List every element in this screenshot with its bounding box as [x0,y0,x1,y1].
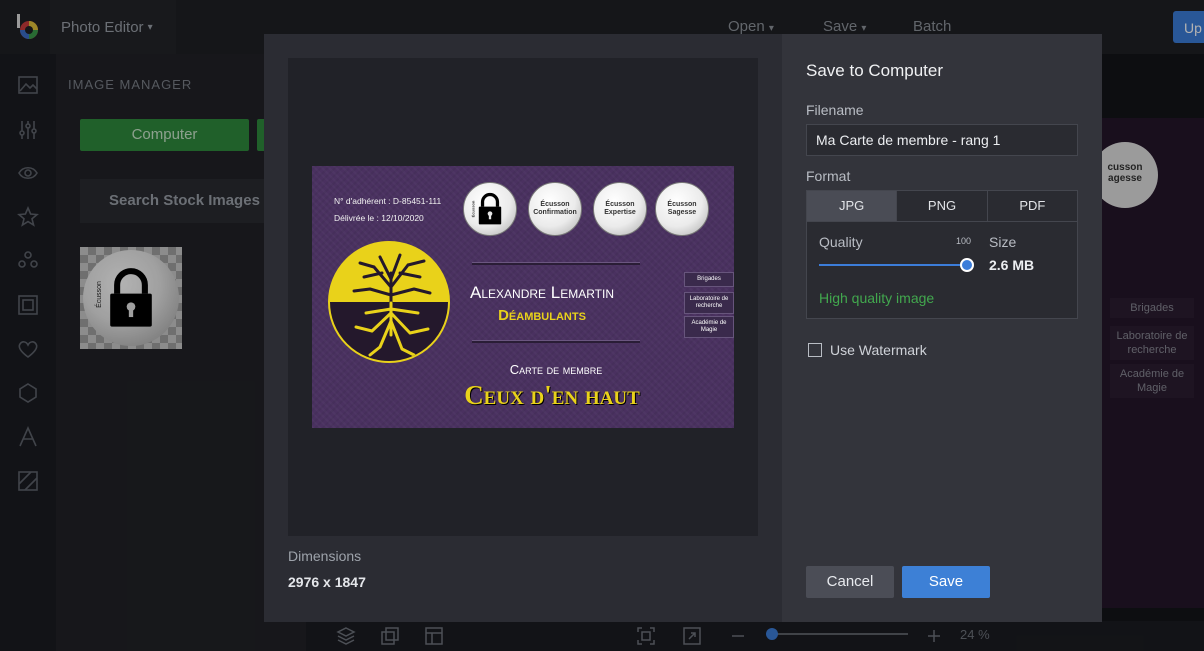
card-issued-date: Délivrée le : 12/10/2020 [334,213,424,223]
quality-panel: Quality 100 Size 2.6 MB High quality ima… [806,222,1078,319]
preview-pane: N° d'adhérent : D-85451-111 Délivrée le … [264,34,782,622]
save-button[interactable]: Save [902,566,990,598]
filename-input[interactable] [806,124,1078,156]
quality-slider-track[interactable] [819,264,967,266]
card-subtitle: Carte de membre [509,362,603,377]
card-divider [472,262,640,265]
format-jpg-option[interactable]: JPG [807,191,898,221]
save-form: Save to Computer Filename Format JPG PNG… [782,34,1102,622]
tree-icon [352,253,432,357]
filename-label: Filename [806,102,864,118]
format-png-option[interactable]: PNG [897,191,988,221]
membership-card-preview: N° d'adhérent : D-85451-111 Délivrée le … [312,166,734,428]
save-dialog: N° d'adhérent : D-85451-111 Délivrée le … [264,34,1102,622]
size-label: Size [989,234,1017,250]
cancel-button[interactable]: Cancel [806,566,894,598]
format-pdf-option[interactable]: PDF [987,191,1077,221]
card-lock-badge: Écusson [463,182,517,236]
lock-icon [478,192,502,225]
card-badge-confirmation: Écusson Confirmation [528,182,582,236]
watermark-checkbox[interactable] [808,343,822,357]
card-divider [472,340,640,343]
card-tag-academie: Académie de Magie [684,316,734,338]
card-member-name: Alexandre Lemartin [470,283,614,302]
card-lock-badge-label: Écusson [470,200,476,218]
quality-value: 100 [956,236,972,246]
dimensions-value: 2976 x 1847 [288,574,366,590]
quality-label: Quality [819,234,863,250]
card-member-number: N° d'adhérent : D-85451-111 [334,196,442,206]
card-organization: Ceux d'en haut [464,380,640,410]
quality-note: High quality image [819,290,935,306]
quality-slider-handle[interactable] [960,258,974,272]
dimensions-label: Dimensions [288,548,362,564]
dialog-title: Save to Computer [806,61,944,80]
watermark-option[interactable]: Use Watermark [808,342,927,358]
size-value: 2.6 MB [989,257,1035,273]
format-label: Format [806,168,851,184]
card-tag-brigades: Brigades [684,272,734,287]
image-preview: N° d'adhérent : D-85451-111 Délivrée le … [288,58,758,536]
format-selector: JPG PNG PDF [806,190,1078,222]
card-badge-expertise: Écusson Expertise [593,182,647,236]
card-badge-sagesse: Écusson Sagesse [655,182,709,236]
watermark-label: Use Watermark [830,342,927,358]
card-member-group: Déambulants [498,307,586,324]
card-tag-laboratoire: Laboratoire de recherche [684,292,734,314]
